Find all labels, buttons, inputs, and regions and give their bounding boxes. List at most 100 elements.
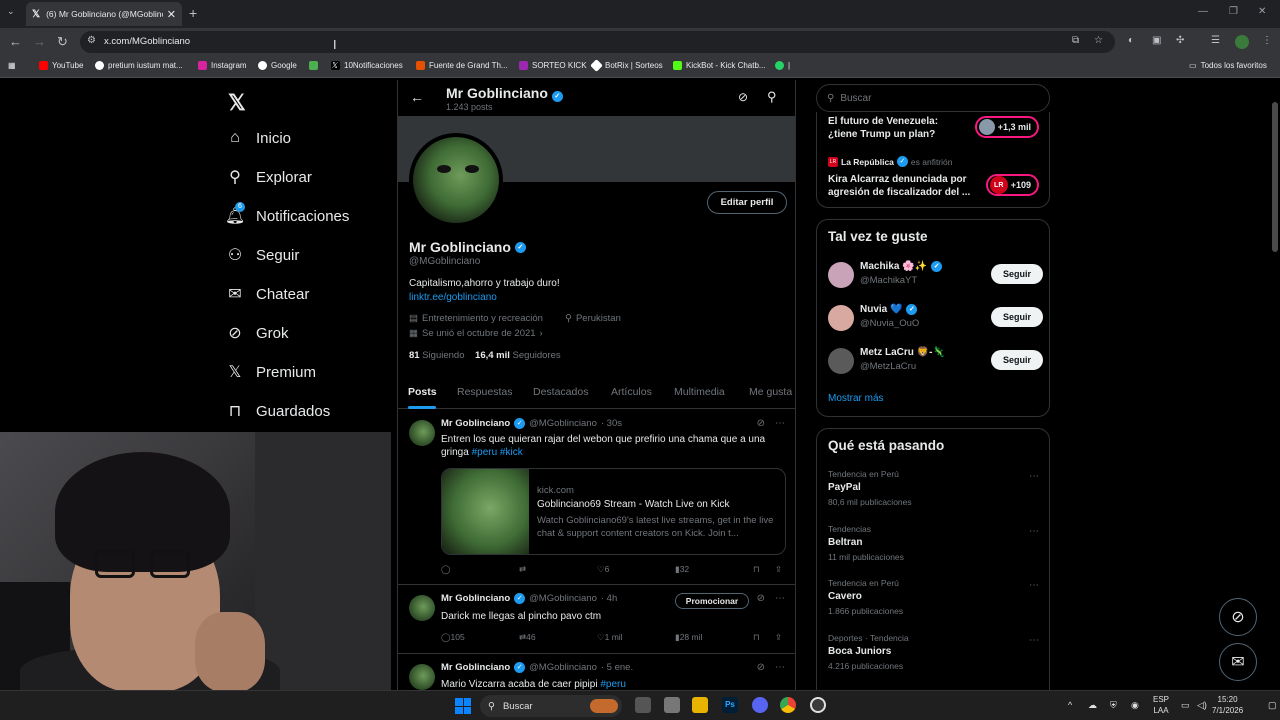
forward-icon[interactable]: →: [33, 34, 46, 49]
tweet-avatar[interactable]: [409, 595, 435, 621]
grok-icon[interactable]: ⊘: [757, 662, 765, 673]
hashtags[interactable]: #peru: [600, 679, 626, 690]
tab-media[interactable]: Multimedia: [674, 386, 725, 398]
scrollbar-thumb[interactable]: [1272, 102, 1278, 252]
address-bar[interactable]: ⚙ x.com/MGoblinciano ⧉ ☆: [80, 31, 1115, 53]
bookmark-youtube[interactable]: YouTube: [39, 61, 83, 70]
tab-articles[interactable]: Artículos: [611, 386, 652, 398]
obs-icon[interactable]: [810, 697, 826, 713]
news-item[interactable]: El futuro de Venezuela: ¿tiene Trump un …: [828, 115, 968, 141]
task-view-icon[interactable]: [635, 697, 651, 713]
show-more-link[interactable]: Mostrar más: [828, 393, 884, 404]
more-icon[interactable]: ⋯: [1029, 526, 1039, 537]
more-icon[interactable]: ⋯: [775, 418, 785, 429]
grok-icon[interactable]: ⊘: [757, 418, 765, 429]
file-explorer-icon[interactable]: [692, 697, 708, 713]
reply-icon[interactable]: ◯: [441, 564, 451, 575]
chrome-icon[interactable]: [780, 697, 796, 713]
retweet-button[interactable]: ⇄ 46: [519, 632, 536, 643]
followers-link[interactable]: 16,4 mil Seguidores: [475, 350, 561, 361]
profile-avatar-icon[interactable]: [1235, 35, 1249, 49]
bookmark-whatsapp[interactable]: |: [775, 61, 790, 70]
promote-button[interactable]: Promocionar: [675, 593, 749, 609]
more-icon[interactable]: ⋯: [1029, 580, 1039, 591]
star-icon[interactable]: ☆: [1094, 35, 1103, 46]
bookmark-gta[interactable]: Fuente de Grand Th...: [416, 61, 508, 70]
browser-tab[interactable]: 𝕏 (6) Mr Goblinciano (@MGoblinciano ✕: [26, 2, 182, 26]
tray-app-icon[interactable]: ◉: [1131, 700, 1139, 711]
close-window-icon[interactable]: ✕: [1258, 6, 1266, 17]
share-icon[interactable]: ⇪: [775, 632, 782, 643]
more-icon[interactable]: ⋯: [1029, 471, 1039, 482]
suggested-account[interactable]: Nuvia 💙 ✓ @Nuvia_OuO Seguir: [828, 301, 1043, 337]
restore-icon[interactable]: ❐: [1229, 6, 1238, 17]
search-input[interactable]: ⚲ Buscar: [816, 84, 1050, 112]
bookmark-10notificaciones[interactable]: 𝕏 10Notificaciones: [331, 61, 403, 70]
system-clock[interactable]: 15:20 7/1/2026: [1212, 694, 1243, 716]
reload-icon[interactable]: ↻: [57, 34, 68, 50]
grok-icon[interactable]: ⊘: [738, 90, 748, 104]
trend-item[interactable]: Tendencia en Perú Cavero 1.866 publicaci…: [828, 578, 1043, 628]
tweet-avatar[interactable]: [409, 420, 435, 446]
retweet-icon[interactable]: ⇄: [519, 564, 526, 575]
nav-explore[interactable]: ⚲ Explorar: [226, 168, 312, 187]
install-icon[interactable]: ⧉: [1072, 35, 1079, 46]
menu-icon[interactable]: ⋮: [1262, 35, 1272, 46]
bookmark-sorteo-kick[interactable]: SORTEO KICK: [519, 61, 587, 70]
nav-follow[interactable]: ⚇ Seguir: [226, 246, 300, 265]
follow-button[interactable]: Seguir: [991, 264, 1043, 284]
site-info-icon[interactable]: ⚙: [87, 35, 96, 46]
trend-item[interactable]: Tendencia en Perú PayPal 80,6 mil public…: [828, 469, 1043, 519]
extension-icon[interactable]: ▣: [1152, 35, 1161, 46]
bookmark-google[interactable]: Google: [258, 61, 297, 70]
extensions-puzzle-icon[interactable]: ✣: [1176, 35, 1184, 46]
bookmark-pretium[interactable]: pretium iustum mat...: [95, 61, 183, 70]
back-arrow-icon[interactable]: ←: [410, 89, 424, 105]
following-link[interactable]: 81 Siguiendo: [409, 350, 464, 361]
like-button[interactable]: ♡ 1 mil: [597, 632, 623, 643]
nav-premium[interactable]: 𝕏 Premium: [226, 363, 316, 382]
tray-app-icon[interactable]: ⛨: [1110, 700, 1117, 711]
views-button[interactable]: ▮ 32: [675, 564, 689, 575]
grok-fab-icon[interactable]: ⊘: [1219, 598, 1257, 636]
edit-profile-button[interactable]: Editar perfil: [707, 191, 787, 214]
network-icon[interactable]: ▭: [1181, 700, 1190, 711]
apps-icon[interactable]: ▦: [8, 61, 16, 70]
tweet[interactable]: Mr Goblinciano ✓ @MGoblinciano · 4h Promoci…: [398, 585, 795, 654]
share-icon[interactable]: ⇪: [775, 564, 782, 575]
bookmark-icon[interactable]: ⊓: [753, 564, 760, 575]
trend-item[interactable]: Tendencias Beltran 11 mil publicaciones …: [828, 524, 1043, 574]
follow-button[interactable]: Seguir: [991, 350, 1043, 370]
minimize-icon[interactable]: —: [1198, 6, 1208, 17]
windows-start-icon[interactable]: [455, 698, 471, 714]
page-scrollbar[interactable]: [1270, 80, 1280, 690]
link-card[interactable]: kick.com Goblinciano69 Stream - Watch Li…: [441, 468, 786, 555]
bookmark-instagram[interactable]: Instagram: [198, 61, 247, 70]
tab-search-icon[interactable]: ⌄: [7, 6, 15, 17]
live-participants-pill[interactable]: LR +109: [985, 174, 1039, 196]
bookmark-icon[interactable]: ⊓: [753, 632, 760, 643]
more-icon[interactable]: ⋯: [1029, 635, 1039, 646]
suggested-account[interactable]: Machika 🌸✨ ✓ @MachikaYT Seguir: [828, 258, 1043, 294]
profile-avatar[interactable]: [409, 133, 503, 227]
like-button[interactable]: ♡ 6: [597, 564, 609, 575]
all-bookmarks[interactable]: ▭ Todos los favoritos: [1189, 61, 1267, 70]
views-button[interactable]: ▮ 28 mil: [675, 632, 702, 643]
photoshop-icon[interactable]: Ps: [722, 697, 738, 713]
volume-icon[interactable]: ◁): [1197, 700, 1207, 711]
nav-notifications[interactable]: 🔔︎ 6 Notificaciones: [225, 202, 349, 225]
tab-highlights[interactable]: Destacados: [533, 386, 588, 398]
suggested-account[interactable]: Metz LaCru 🦁-🦎 @MetzLaCru Seguir: [828, 344, 1043, 380]
grok-icon[interactable]: ⊘: [757, 593, 765, 604]
hashtags[interactable]: #peru #kick: [472, 447, 523, 458]
tweet[interactable]: Mr Goblinciano ✓ @MGoblinciano · 30s ⊘ ⋯ Ent…: [398, 410, 795, 585]
search-icon[interactable]: ⚲: [767, 89, 777, 105]
discord-icon[interactable]: [752, 697, 768, 713]
tweet[interactable]: Mr Goblinciano ✓ @MGoblinciano · 5 ene. ⊘ ⋯ …: [398, 654, 795, 690]
tab-posts[interactable]: Posts: [408, 386, 437, 398]
bookmark-kickbot[interactable]: KickBot - Kick Chatb...: [673, 61, 766, 70]
bookmark-botrix[interactable]: BotRix | Sorteos: [590, 59, 663, 72]
trend-item[interactable]: Deportes · Tendencia Boca Juniors 4.216 …: [828, 633, 1043, 683]
tab-replies[interactable]: Respuestas: [457, 386, 512, 398]
new-tab-icon[interactable]: +: [189, 5, 197, 21]
